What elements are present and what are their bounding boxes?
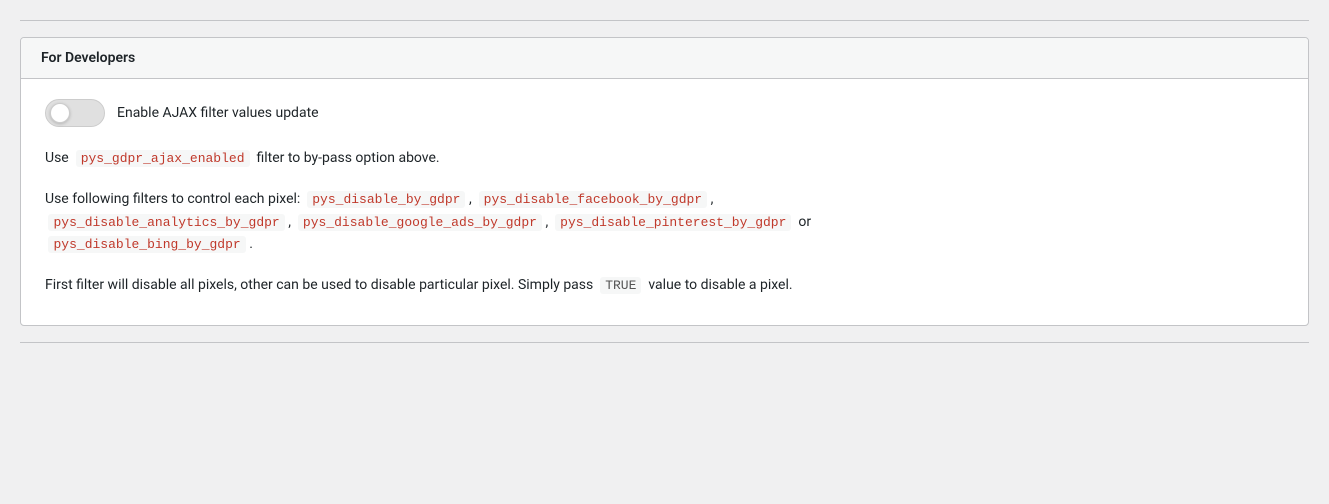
code-disable-by-gdpr: pys_disable_by_gdpr xyxy=(307,191,465,208)
ajax-filter-toggle[interactable] xyxy=(45,99,105,127)
card-header: For Developers xyxy=(21,38,1308,79)
bypass-filter-description: Use pys_gdpr_ajax_enabled filter to by-p… xyxy=(45,147,1284,170)
code-disable-bing: pys_disable_bing_by_gdpr xyxy=(48,236,245,253)
for-developers-card: For Developers Enable AJAX filter values… xyxy=(20,37,1309,326)
pixel-filters-prefix: Use following filters to control each pi… xyxy=(45,191,300,207)
pixel-filters-description: Use following filters to control each pi… xyxy=(45,188,1284,256)
code-disable-google-ads: pys_disable_google_ads_by_gdpr xyxy=(298,214,542,231)
first-filter-suffix: value to disable a pixel. xyxy=(648,277,792,293)
ajax-filter-toggle-row: Enable AJAX filter values update xyxy=(45,99,1284,127)
bypass-suffix: filter to by-pass option above. xyxy=(256,150,439,166)
bypass-prefix: Use xyxy=(45,150,69,166)
gdpr-ajax-enabled-code: pys_gdpr_ajax_enabled xyxy=(76,150,250,167)
card-body: Enable AJAX filter values update Use pys… xyxy=(21,79,1308,325)
code-disable-facebook: pys_disable_facebook_by_gdpr xyxy=(479,191,707,208)
ajax-filter-toggle-label: Enable AJAX filter values update xyxy=(117,105,319,121)
first-filter-prefix: First filter will disable all pixels, ot… xyxy=(45,277,593,293)
toggle-knob xyxy=(50,103,70,123)
first-filter-description: First filter will disable all pixels, ot… xyxy=(45,274,1284,297)
true-code: TRUE xyxy=(600,277,641,294)
card-header-title: For Developers xyxy=(41,50,135,66)
code-disable-pinterest: pys_disable_pinterest_by_gdpr xyxy=(555,214,791,231)
code-disable-analytics: pys_disable_analytics_by_gdpr xyxy=(48,214,284,231)
